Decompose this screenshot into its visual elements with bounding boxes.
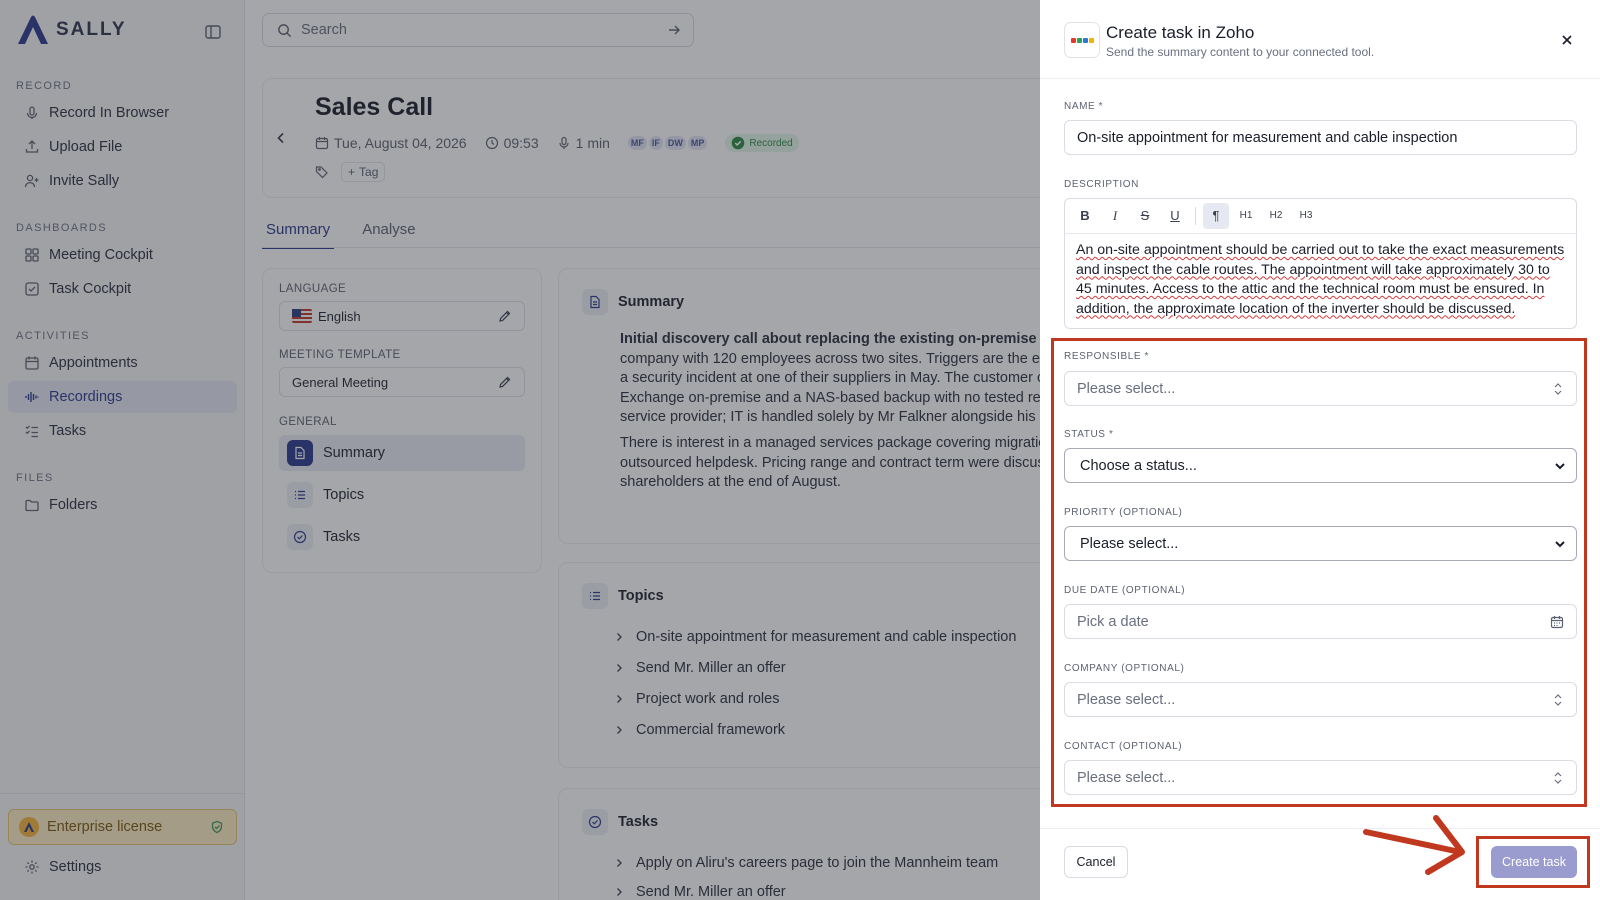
strikethrough-button[interactable]: S xyxy=(1132,203,1158,229)
editor-toolbar: B I S U ¶ H1 H2 H3 xyxy=(1064,198,1577,234)
description-text[interactable]: An on-site appointment should be carried… xyxy=(1076,241,1568,319)
heading2-button[interactable]: H2 xyxy=(1263,203,1289,229)
toolbar-separator xyxy=(1195,206,1196,225)
cancel-button[interactable]: Cancel xyxy=(1064,846,1128,878)
description-line: and inspect the cable routes. The appoin… xyxy=(1076,261,1550,278)
drawer-subtitle: Send the summary content to your connect… xyxy=(1106,45,1375,59)
annotation-arrow-icon xyxy=(1363,815,1465,875)
italic-button[interactable]: I xyxy=(1102,203,1128,229)
description-line: 45 minutes. Access to the attic and the … xyxy=(1076,281,1545,297)
drawer-header-divider xyxy=(1040,78,1600,79)
required-fields-highlight xyxy=(1051,338,1587,807)
create-button-highlight xyxy=(1476,836,1590,888)
description-label: DESCRIPTION xyxy=(1064,179,1139,190)
name-field[interactable]: On-site appointment for measurement and … xyxy=(1064,120,1577,155)
drawer-footer-divider xyxy=(1040,828,1600,829)
modal-backdrop[interactable] xyxy=(0,0,1040,900)
heading3-button[interactable]: H3 xyxy=(1293,203,1319,229)
close-icon[interactable] xyxy=(1560,33,1574,47)
bold-button[interactable]: B xyxy=(1072,203,1098,229)
name-label: NAME * xyxy=(1064,101,1104,112)
underline-button[interactable]: U xyxy=(1162,203,1188,229)
zoho-logo-icon xyxy=(1064,22,1100,58)
heading1-button[interactable]: H1 xyxy=(1233,203,1259,229)
drawer-title: Create task in Zoho xyxy=(1106,23,1255,42)
paragraph-button[interactable]: ¶ xyxy=(1203,202,1229,229)
description-line: addition, the approximate location of th… xyxy=(1076,300,1516,317)
description-line: An on-site appointment should be carried… xyxy=(1076,242,1565,258)
